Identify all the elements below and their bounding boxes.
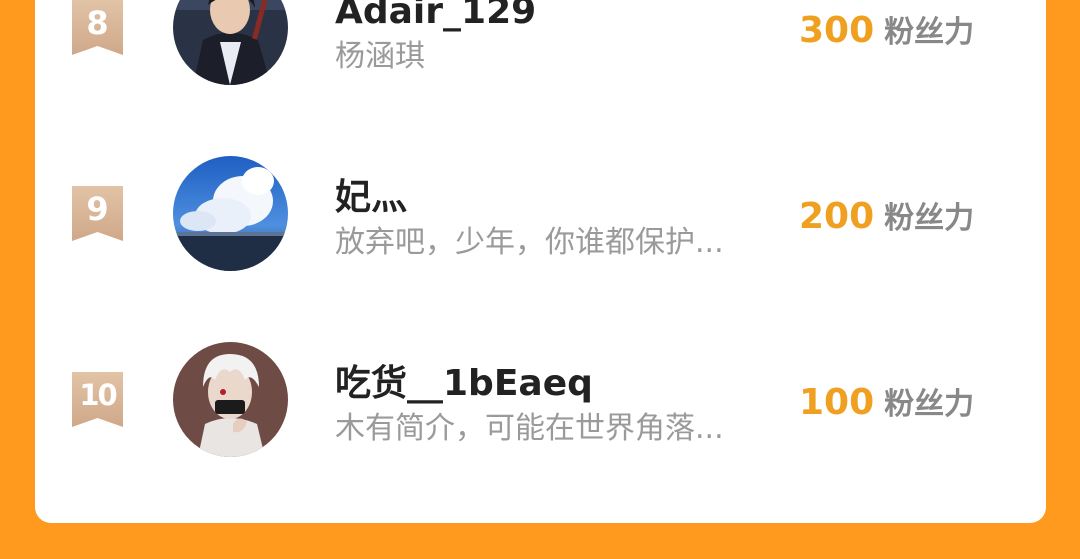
fan-score: 200 粉丝力 — [799, 197, 974, 243]
avatar[interactable] — [173, 156, 288, 271]
user-name[interactable]: Adair_129 — [335, 0, 536, 32]
score-unit: 粉丝力 — [884, 15, 975, 50]
score-value: 300 — [799, 10, 875, 51]
score-value: 100 — [799, 382, 875, 423]
ranking-row[interactable]: 9 妃灬 放弃吧，少年，你谁都保护... 200 粉丝力 — [35, 156, 1046, 286]
rank-badge: 9 — [72, 186, 123, 241]
fan-score: 100 粉丝力 — [799, 383, 974, 429]
avatar-sky-clouds-image — [173, 156, 288, 271]
avatar-anime-boy-image — [173, 0, 288, 85]
ranking-row[interactable]: 8 Adair_129 杨涵琪 300 粉丝力 — [35, 0, 1046, 100]
user-bio: 杨涵琪 — [335, 39, 425, 74]
ranking-card: 8 Adair_129 杨涵琪 300 粉丝力 9 妃灬 放弃吧，少年，你谁都保… — [35, 0, 1046, 523]
user-name[interactable]: 妃灬 — [335, 178, 407, 218]
ranking-row[interactable]: 10 吃货__1bEaeq 木有简介，可能在世界角落... 100 粉丝力 — [35, 342, 1046, 472]
score-unit: 粉丝力 — [884, 201, 975, 236]
avatar-masked-character-image — [173, 342, 288, 457]
avatar[interactable] — [173, 0, 288, 85]
user-bio: 放弃吧，少年，你谁都保护... — [335, 225, 724, 260]
avatar[interactable] — [173, 342, 288, 457]
rank-number: 10 — [79, 378, 117, 412]
user-name[interactable]: 吃货__1bEaeq — [335, 364, 593, 404]
user-bio: 木有简介，可能在世界角落... — [335, 411, 724, 446]
rank-badge: 8 — [72, 0, 123, 55]
rank-number: 8 — [86, 4, 109, 42]
rank-number: 9 — [86, 190, 109, 228]
score-value: 200 — [799, 196, 875, 237]
fan-score: 300 粉丝力 — [799, 11, 974, 57]
rank-badge: 10 — [72, 372, 123, 427]
score-unit: 粉丝力 — [884, 387, 975, 422]
